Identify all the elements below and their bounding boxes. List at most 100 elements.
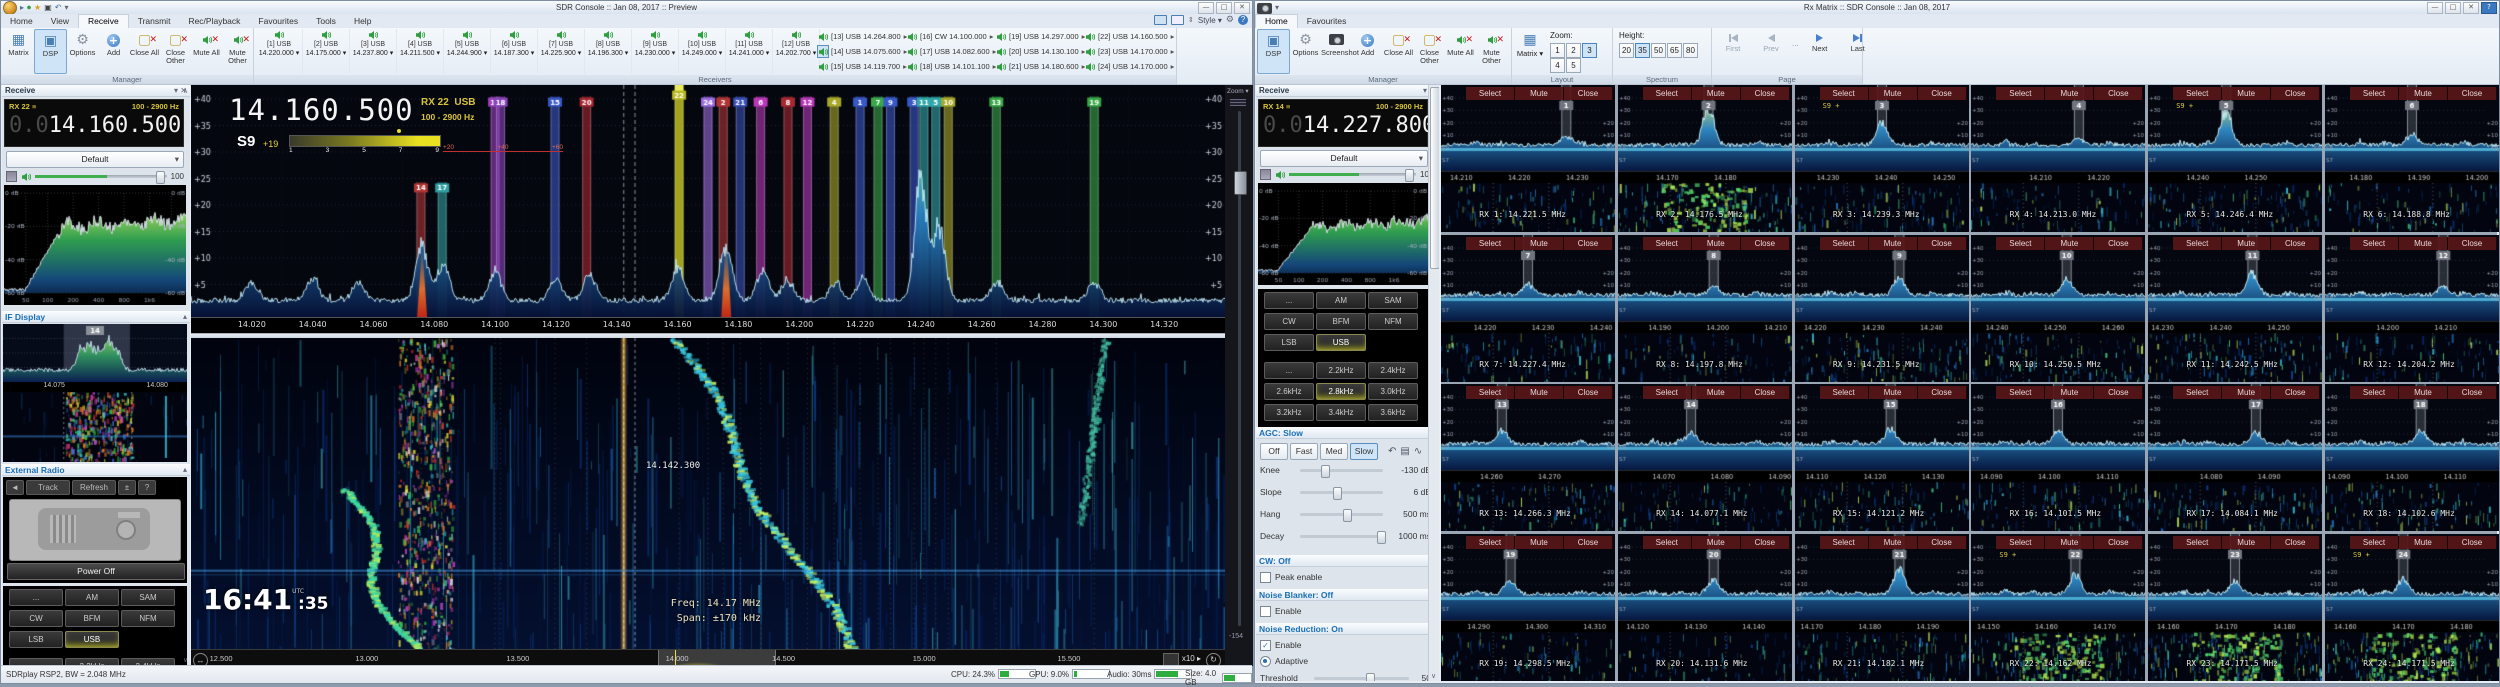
cell-select-button[interactable]: Select	[1643, 536, 1692, 549]
ext-radio-button-track[interactable]: Track	[26, 480, 70, 495]
mode-button-usb[interactable]: USB	[65, 631, 119, 648]
cell-close-button[interactable]: Close	[1741, 87, 1790, 100]
bank-icon[interactable]: ▤	[1400, 446, 1409, 457]
cell-close-button[interactable]: Close	[2094, 237, 2143, 250]
zoom-option-5[interactable]: 5	[1566, 58, 1581, 73]
cell-mute-button[interactable]: Mute	[1692, 87, 1741, 100]
page-last-button[interactable]: Last	[1841, 34, 1875, 53]
checkbox[interactable]	[1260, 606, 1271, 617]
scroll-down-icon[interactable]: ∨	[183, 656, 188, 664]
matrix-cell-rx4[interactable]: SelectMuteCloseRX 4: 14.213.0 MHz	[1971, 85, 2145, 232]
receiver-button-2[interactable]: [2] USB14.175.000 ▾	[303, 29, 350, 74]
nb-enable-row[interactable]: Enable	[1260, 605, 1431, 616]
receiver-item-19[interactable]: [19] USB 14.297.000▸	[996, 29, 1085, 44]
tab-favourites[interactable]: Favourites	[249, 15, 307, 28]
frequency-display[interactable]: RX 14 ≡100 - 2900 Hz 0.014.227.800	[1258, 99, 1428, 147]
cell-select-button[interactable]: Select	[1466, 386, 1515, 399]
ribbon-button-screenshot[interactable]: Screenshot	[1321, 29, 1352, 74]
ext-radio-button-refresh[interactable]: Refresh	[72, 480, 116, 495]
matrix-cell-rx15[interactable]: SelectMuteCloseRX 15: 14.121.2 MHz	[1795, 384, 1969, 531]
cell-close-button[interactable]: Close	[1741, 386, 1790, 399]
matrix-cell-rx18[interactable]: SelectMuteCloseRX 18: 14.102.6 MHz	[2325, 384, 2499, 531]
matrix-cell-rx14[interactable]: SelectMuteCloseRX 14: 14.077.1 MHz	[1618, 384, 1792, 531]
cell-select-button[interactable]: Select	[1996, 536, 2045, 549]
zoom-option-2[interactable]: 2	[1566, 43, 1581, 58]
cell-close-button[interactable]: Close	[2448, 536, 2497, 549]
mode-button-2-4khz[interactable]: 2.4kHz	[1368, 362, 1418, 379]
cell-mute-button[interactable]: Mute	[1515, 87, 1564, 100]
receiver-item-18[interactable]: [18] USB 14.101.100▸	[907, 59, 996, 74]
minimize-button[interactable]: —	[1198, 2, 1214, 14]
matrix-cell-rx9[interactable]: SelectMuteCloseRX 9: 14.231.5 MHz	[1795, 235, 1969, 382]
ext-radio-button-[interactable]: ?	[138, 480, 156, 495]
tab-receive[interactable]: Receive	[78, 14, 129, 29]
cw-header[interactable]: CW: Off▴	[1256, 555, 1439, 567]
height-option-35[interactable]: 35	[1635, 43, 1650, 58]
external-radio-header[interactable]: External Radio▴	[2, 464, 190, 476]
matrix-cell-rx7[interactable]: SelectMuteCloseRX 7: 14.227.4 MHz	[1441, 235, 1615, 382]
ribbon-button-options[interactable]: ⚙Options	[67, 29, 98, 74]
receiver-button-11[interactable]: [11] USB14.241.000 ▾	[726, 29, 773, 74]
sidebar-scrollbar[interactable]: ∨	[1428, 85, 1439, 681]
collapse-icon[interactable]: ▴	[183, 311, 187, 323]
speaker-icon[interactable]	[818, 46, 828, 56]
help-icon[interactable]: ?	[1238, 15, 1248, 25]
agc-slider-decay[interactable]: Decay1000 ms	[1260, 531, 1431, 541]
help-button[interactable]: ?	[2481, 2, 2497, 14]
receiver-button-4[interactable]: [4] USB14.211.500 ▾	[397, 29, 444, 74]
agc-slider-hang[interactable]: Hang500 ms	[1260, 509, 1431, 519]
agc-slider-slope[interactable]: Slope6 dB	[1260, 487, 1431, 497]
mode-button-2-2khz[interactable]: 2.2kHz	[1316, 362, 1366, 379]
matrix-cell-rx2[interactable]: SelectMuteCloseRX 2: 14.176.5 MHz	[1618, 85, 1792, 232]
receiver-item-20[interactable]: [20] USB 14.130.100▸	[996, 44, 1085, 59]
matrix-button[interactable]: ▦ Matrix ▾	[1515, 31, 1545, 58]
cell-close-button[interactable]: Close	[2094, 536, 2143, 549]
nr-adaptive-radio[interactable]: Adaptive	[1260, 655, 1431, 666]
matrix-cell-rx20[interactable]: SelectMuteCloseRX 20: 14.131.6 MHz	[1618, 534, 1792, 681]
mode-button-nfm[interactable]: NFM	[1368, 313, 1418, 330]
cell-select-button[interactable]: Select	[1466, 536, 1515, 549]
matrix-cell-rx17[interactable]: SelectMuteCloseRX 17: 14.084.1 MHz	[2148, 384, 2322, 531]
zoom-option-3[interactable]: 3	[1582, 43, 1597, 58]
cell-select-button[interactable]: Select	[1820, 386, 1869, 399]
receiver-item-13[interactable]: [13] USB 14.264.800▸	[818, 29, 907, 44]
ribbon-button-mute-other[interactable]: ✕Mute Other	[222, 29, 253, 74]
monitor-1-icon[interactable]	[1154, 15, 1167, 25]
maximize-button[interactable]: □	[1216, 2, 1232, 14]
cell-close-button[interactable]: Close	[1918, 536, 1967, 549]
ribbon-button-close-other[interactable]: ▢✕Close Other	[1414, 29, 1445, 74]
receiver-item-23[interactable]: [23] USB 14.170.000▸	[1085, 44, 1174, 59]
mode-button-sam[interactable]: SAM	[1368, 292, 1418, 309]
cell-close-button[interactable]: Close	[1564, 87, 1613, 100]
mode-button-lsb[interactable]: LSB	[1264, 334, 1314, 351]
ribbon-button-close-all[interactable]: ▢✕Close All	[129, 29, 160, 74]
cell-close-button[interactable]: Close	[2448, 87, 2497, 100]
cell-close-button[interactable]: Close	[1918, 386, 1967, 399]
volume-slider[interactable]	[35, 175, 167, 178]
settings-gear-icon[interactable]: ⚙	[1226, 15, 1234, 25]
scrollbar-thumb[interactable]	[1430, 87, 1439, 269]
height-option-50[interactable]: 50	[1651, 43, 1666, 58]
cell-close-button[interactable]: Close	[1741, 536, 1790, 549]
tab-favourites[interactable]: Favourites	[1298, 15, 1356, 28]
matrix-cell-rx21[interactable]: SelectMuteCloseRX 21: 14.182.1 MHz	[1795, 534, 1969, 681]
receiver-button-8[interactable]: [8] USB14.196.300 ▾	[585, 29, 632, 74]
matrix-cell-rx19[interactable]: SelectMuteCloseRX 19: 14.298.5 MHz	[1441, 534, 1615, 681]
slope-slider[interactable]	[1300, 491, 1383, 494]
tab-help[interactable]: Help	[345, 15, 380, 28]
cell-select-button[interactable]: Select	[1643, 237, 1692, 250]
cell-select-button[interactable]: Select	[1643, 87, 1692, 100]
mode-button-lsb[interactable]: LSB	[9, 631, 63, 648]
cell-select-button[interactable]: Select	[2173, 87, 2222, 100]
cell-mute-button[interactable]: Mute	[2222, 87, 2271, 100]
cell-select-button[interactable]: Select	[2173, 386, 2222, 399]
cell-select-button[interactable]: Select	[2350, 87, 2399, 100]
cell-mute-button[interactable]: Mute	[2222, 237, 2271, 250]
height-option-80[interactable]: 80	[1683, 43, 1698, 58]
scroll-up-icon[interactable]: ∧	[183, 87, 188, 95]
receiver-item-15[interactable]: [15] USB 14.119.700▸	[818, 59, 907, 74]
mode-button-usb[interactable]: USB	[1316, 334, 1366, 351]
matrix-cell-rx12[interactable]: SelectMuteCloseRX 12: 14.204.2 MHz	[2325, 235, 2499, 382]
cell-mute-button[interactable]: Mute	[1869, 237, 1918, 250]
matrix-cell-rx1[interactable]: SelectMuteCloseRX 1: 14.221.5 MHz	[1441, 85, 1615, 232]
